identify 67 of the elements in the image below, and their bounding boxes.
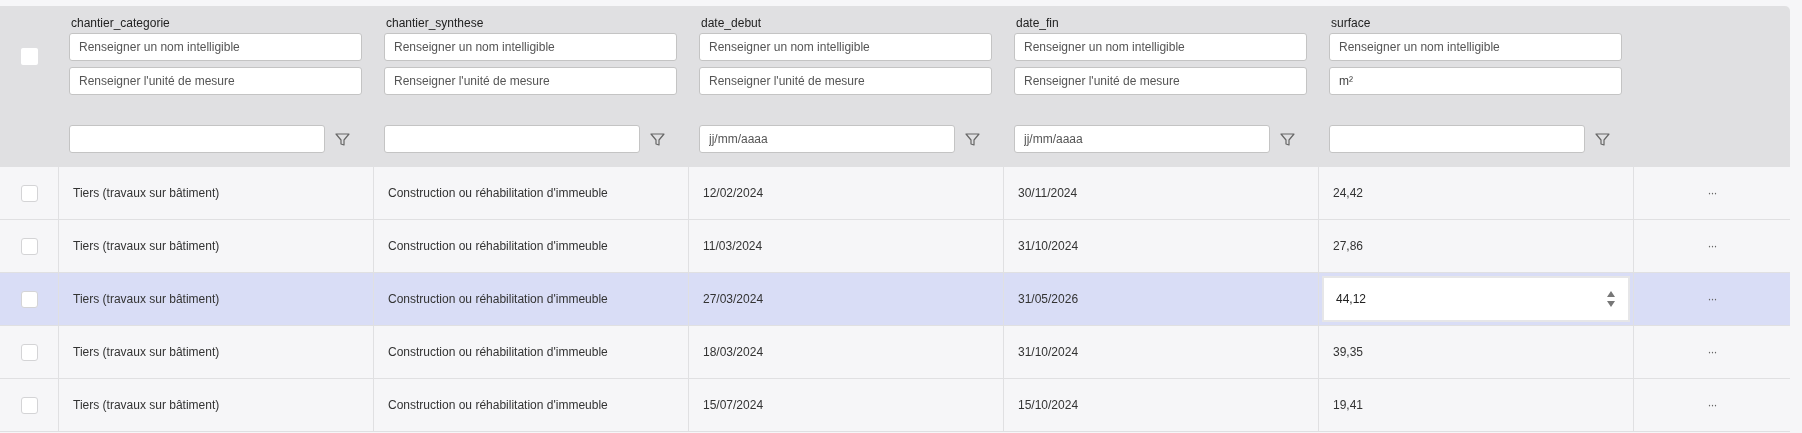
column-name: date_fin [1016,16,1060,30]
table-cell: Construction ou réhabilitation d'immeuble [388,398,608,412]
filter-field[interactable]: jj/mm/aaaa [1014,125,1270,153]
table-row[interactable]: Tiers (travaux sur bâtiment) Construction ou réhabilitation d'immeuble 27/03/2024 31/05/2026 44,12 ··· [0,273,1790,326]
more-button[interactable]: ··· [1707,398,1717,412]
spinner-icon[interactable] [1606,290,1616,308]
table-cell: Construction ou réhabilitation d'immeuble [388,239,608,253]
row-checkbox[interactable] [20,237,38,255]
filter-icon[interactable] [1595,131,1610,147]
more-button[interactable]: ··· [1707,292,1717,306]
column-name: surface [1331,16,1372,30]
number-field[interactable]: 44,12 [1322,276,1630,322]
table-cell: 24,42 [1333,186,1364,200]
filter-field[interactable] [1329,125,1585,153]
table-cell: 27,86 [1333,239,1364,253]
table-row[interactable]: Tiers (travaux sur bâtiment) Construction ou réhabilitation d'immeuble 11/03/2024 31/10/2024 27,86 ··· [0,220,1790,273]
row-checkbox[interactable] [20,343,38,361]
table-cell: 12/02/2024 [703,186,764,200]
table-row[interactable]: Tiers (travaux sur bâtiment) Construction ou réhabilitation d'immeuble 15/07/2024 15/10/2024 19,41 ··· [0,379,1790,432]
row-checkbox[interactable] [20,290,38,308]
filter-icon[interactable] [965,131,980,147]
unit-field[interactable]: Renseigner l'unité de mesure [699,67,992,95]
unit-field[interactable]: Renseigner l'unité de mesure [1014,67,1307,95]
table-cell: 19,41 [1333,398,1364,412]
table-cell: 11/03/2024 [703,239,763,253]
label-field[interactable]: Renseigner un nom intelligible [384,33,677,61]
label-field[interactable]: Renseigner un nom intelligible [1014,33,1307,61]
table-cell: 31/05/2026 [1018,292,1079,306]
filter-icon[interactable] [1280,131,1295,147]
filter-field[interactable] [384,125,640,153]
row-checkbox[interactable] [20,396,38,414]
table-cell: 15/10/2024 [1018,398,1079,412]
table-cell: 39,35 [1333,345,1364,359]
more-button[interactable]: ··· [1707,186,1717,200]
table-cell: Construction ou réhabilitation d'immeuble [388,345,608,359]
table-cell: Tiers (travaux sur bâtiment) [73,345,220,359]
row-checkbox[interactable] [20,184,38,202]
table-cell: Tiers (travaux sur bâtiment) [73,239,220,253]
table-cell: Tiers (travaux sur bâtiment) [73,292,220,306]
filter-field[interactable] [69,125,325,153]
column-name: chantier_synthese [386,16,485,30]
label-field[interactable]: Renseigner un nom intelligible [69,33,362,61]
more-button[interactable]: ··· [1707,239,1717,253]
table-row[interactable]: Tiers (travaux sur bâtiment) Construction ou réhabilitation d'immeuble 12/02/2024 30/11/2024 24,42 ··· [0,167,1790,220]
table-cell: 18/03/2024 [703,345,764,359]
table-cell: 15/07/2024 [703,398,764,412]
filter-field[interactable]: jj/mm/aaaa [699,125,955,153]
unit-field[interactable]: m² [1329,67,1622,95]
select-all-checkbox[interactable] [20,48,38,65]
table-cell: Tiers (travaux sur bâtiment) [73,186,220,200]
column-name: chantier_categorie [71,16,171,30]
label-field[interactable]: Renseigner un nom intelligible [699,33,992,61]
table-cell: Construction ou réhabilitation d'immeuble [388,186,608,200]
table-cell: 30/11/2024 [1018,186,1078,200]
table-cell: 31/10/2024 [1018,345,1079,359]
table-cell: Construction ou réhabilitation d'immeuble [388,292,608,306]
unit-field[interactable]: Renseigner l'unité de mesure [69,67,362,95]
label-field[interactable]: Renseigner un nom intelligible [1329,33,1622,61]
table-cell: Tiers (travaux sur bâtiment) [73,398,220,412]
table-cell: 31/10/2024 [1018,239,1079,253]
unit-field[interactable]: Renseigner l'unité de mesure [384,67,677,95]
filter-icon[interactable] [650,131,665,147]
table-row[interactable]: Tiers (travaux sur bâtiment) Construction ou réhabilitation d'immeuble 18/03/2024 31/10/2024 39,35 ··· [0,326,1790,379]
table-cell: 27/03/2024 [703,292,764,306]
more-button[interactable]: ··· [1707,345,1717,359]
filter-icon[interactable] [335,131,350,147]
column-name: date_debut [701,16,763,30]
